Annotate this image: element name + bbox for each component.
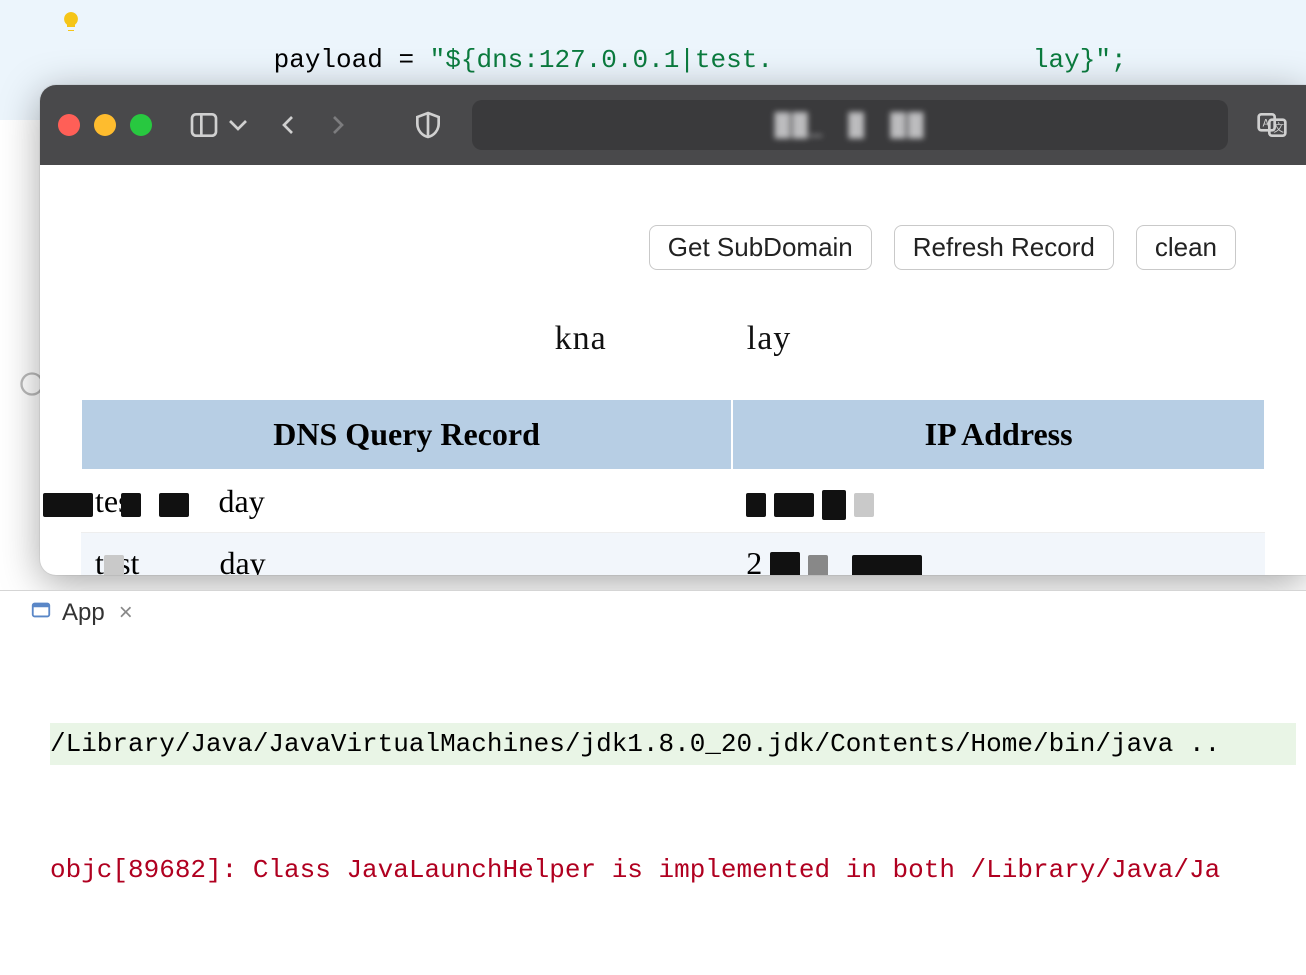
shield-icon[interactable]	[412, 109, 444, 141]
cell-query: test day	[81, 533, 732, 576]
action-buttons: Get SubDomain Refresh Record clean	[80, 225, 1266, 270]
window-controls	[58, 114, 152, 136]
code-token: ";	[1095, 45, 1126, 75]
refresh-record-button[interactable]: Refresh Record	[894, 225, 1114, 270]
clean-button[interactable]: clean	[1136, 225, 1236, 270]
run-config-icon	[30, 599, 52, 628]
col-dns-query: DNS Query Record	[81, 399, 732, 470]
col-ip-address: IP Address	[732, 399, 1265, 470]
close-window-button[interactable]	[58, 114, 80, 136]
code-token: =	[383, 45, 430, 75]
sidebar-toggle-button[interactable]	[188, 109, 254, 141]
code-token: lay}	[1033, 45, 1095, 75]
console-tabs: App ×	[0, 591, 1306, 635]
address-bar[interactable]: ██_ █ ██	[472, 100, 1228, 150]
minimize-window-button[interactable]	[94, 114, 116, 136]
fullscreen-window-button[interactable]	[130, 114, 152, 136]
svg-text:A: A	[1263, 118, 1270, 130]
browser-content: Get SubDomain Refresh Record clean knala…	[40, 165, 1306, 575]
code-token: payload	[274, 45, 383, 75]
console-line: /Library/Java/JavaVirtualMachines/jdk1.8…	[50, 723, 1296, 765]
browser-titlebar: ██_ █ ██ A文	[40, 85, 1306, 165]
console-line: objc[89682]: Class JavaLaunchHelper is i…	[50, 849, 1296, 891]
close-tab-icon[interactable]: ×	[119, 599, 133, 627]
back-button[interactable]	[272, 109, 304, 141]
cell-ip: 2	[732, 533, 1265, 576]
table-row: test day 2	[81, 533, 1265, 576]
dns-records-table: DNS Query Record IP Address tes day	[80, 398, 1266, 575]
table-row: tes day	[81, 470, 1265, 533]
translate-icon[interactable]: A文	[1256, 109, 1288, 141]
console-output[interactable]: /Library/Java/JavaVirtualMachines/jdk1.8…	[0, 635, 1306, 975]
cell-ip	[732, 470, 1265, 533]
lightbulb-icon[interactable]	[55, 6, 87, 38]
browser-window: ██_ █ ██ A文 Get SubDomain Refresh Record…	[40, 85, 1306, 575]
code-token: ${dns:127.0.0.1|test.	[445, 45, 773, 75]
subdomain-display: knalay	[80, 320, 1266, 358]
forward-button[interactable]	[322, 109, 354, 141]
console-panel: App × /Library/Java/JavaVirtualMachines/…	[0, 590, 1306, 975]
address-text: ██_ █ ██	[775, 112, 926, 138]
get-subdomain-button[interactable]: Get SubDomain	[649, 225, 872, 270]
code-token: "	[430, 45, 446, 75]
svg-text:文: 文	[1273, 122, 1284, 136]
console-tab-label[interactable]: App	[62, 599, 105, 627]
cell-query: tes day	[81, 470, 732, 533]
